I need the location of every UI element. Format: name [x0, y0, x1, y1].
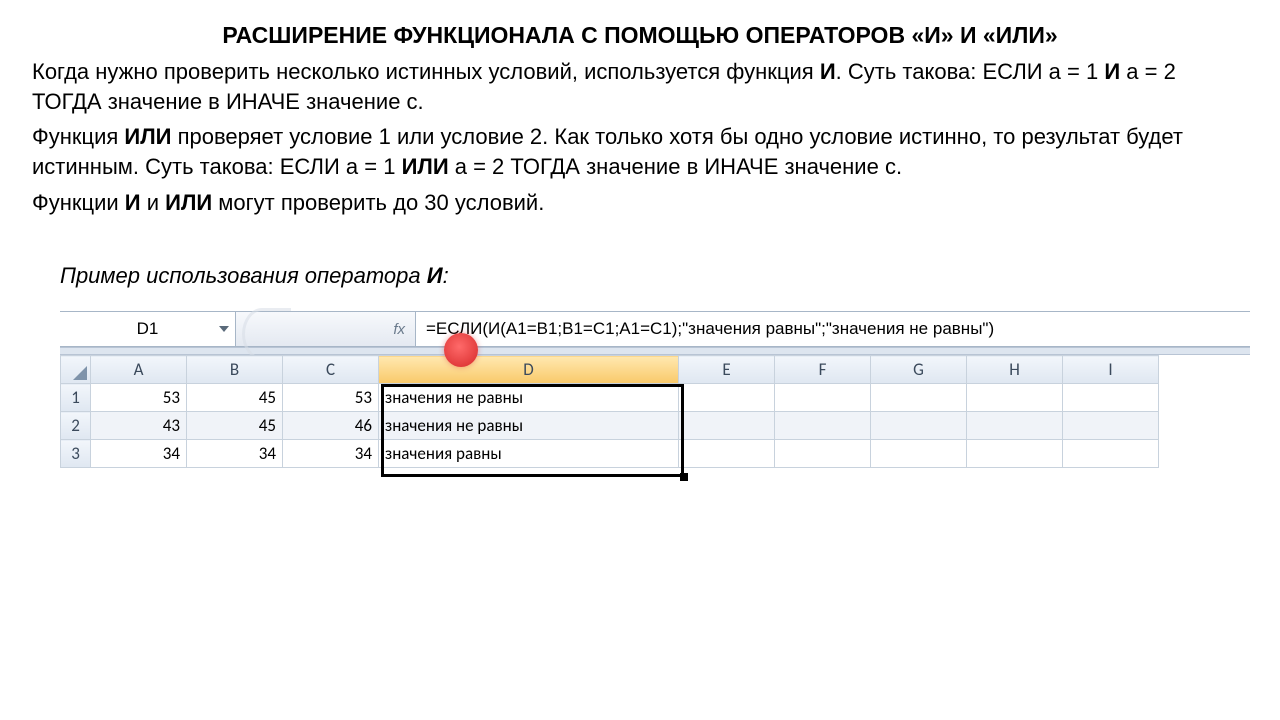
p3e: могут проверить до 30 условий.: [212, 190, 544, 215]
cell-F3[interactable]: [775, 440, 871, 468]
p2d: ИЛИ: [402, 154, 449, 179]
cell-B1[interactable]: 45: [187, 384, 283, 412]
cell-I3[interactable]: [1063, 440, 1159, 468]
paragraph-limit: Функции И и ИЛИ могут проверить до 30 ус…: [32, 188, 1248, 218]
p3a: Функции: [32, 190, 125, 215]
formula-input[interactable]: =ЕСЛИ(И(A1=B1;B1=C1;A1=C1);"значения рав…: [416, 312, 1250, 346]
cell-H3[interactable]: [967, 440, 1063, 468]
cell-E1[interactable]: [679, 384, 775, 412]
name-box[interactable]: D1: [60, 312, 236, 346]
excel-screenshot: D1 fx =ЕСЛИ(И(A1=B1;B1=C1;A1=C1);"значен…: [60, 311, 1250, 468]
col-header-E[interactable]: E: [679, 356, 775, 384]
col-header-B[interactable]: B: [187, 356, 283, 384]
cell-B2[interactable]: 45: [187, 412, 283, 440]
p1a: Когда нужно проверить несколько истинных…: [32, 59, 820, 84]
caption-b: И: [427, 263, 443, 288]
cell-F2[interactable]: [775, 412, 871, 440]
cell-C2[interactable]: 46: [283, 412, 379, 440]
cell-D3[interactable]: значения равны: [379, 440, 679, 468]
fx-area: fx: [236, 312, 416, 346]
slide-title: РАСШИРЕНИЕ ФУНКЦИОНАЛА С ПОМОЩЬЮ ОПЕРАТО…: [32, 22, 1248, 49]
cell-G2[interactable]: [871, 412, 967, 440]
cell-D2[interactable]: значения не равны: [379, 412, 679, 440]
cell-F1[interactable]: [775, 384, 871, 412]
col-header-H[interactable]: H: [967, 356, 1063, 384]
cell-A1[interactable]: 53: [91, 384, 187, 412]
cell-I2[interactable]: [1063, 412, 1159, 440]
cell-A3[interactable]: 34: [91, 440, 187, 468]
cell-H2[interactable]: [967, 412, 1063, 440]
p3c: и: [141, 190, 166, 215]
row-header-1[interactable]: 1: [61, 384, 91, 412]
caption-post: :: [443, 263, 449, 288]
grid-wrap: ABCDEFGHI1534553значения не равны2434546…: [60, 355, 1250, 468]
formula-bar: D1 fx =ЕСЛИ(И(A1=B1;B1=C1;A1=C1);"значен…: [60, 311, 1250, 347]
selection-handle-icon[interactable]: [680, 473, 688, 481]
cell-E3[interactable]: [679, 440, 775, 468]
cell-B3[interactable]: 34: [187, 440, 283, 468]
p2b: ИЛИ: [124, 124, 171, 149]
p2e: а = 2 ТОГДА значение в ИНАЧЕ значение с.: [449, 154, 902, 179]
select-all-corner[interactable]: [61, 356, 91, 384]
cell-E2[interactable]: [679, 412, 775, 440]
row-header-2[interactable]: 2: [61, 412, 91, 440]
spreadsheet-grid[interactable]: ABCDEFGHI1534553значения не равны2434546…: [60, 355, 1159, 468]
cell-G3[interactable]: [871, 440, 967, 468]
cell-C1[interactable]: 53: [283, 384, 379, 412]
ribbon-divider: [60, 347, 1250, 355]
cell-A2[interactable]: 43: [91, 412, 187, 440]
p3b: И: [125, 190, 141, 215]
p1c: . Суть такова: ЕСЛИ а = 1: [836, 59, 1105, 84]
p2a: Функция: [32, 124, 124, 149]
paren-decoration: [242, 308, 291, 360]
col-header-D[interactable]: D: [379, 356, 679, 384]
col-header-C[interactable]: C: [283, 356, 379, 384]
fx-icon[interactable]: fx: [393, 321, 405, 338]
cell-I1[interactable]: [1063, 384, 1159, 412]
caption-pre: Пример использования оператора: [60, 263, 427, 288]
paragraph-or: Функция ИЛИ проверяет условие 1 или усло…: [32, 122, 1248, 181]
col-header-I[interactable]: I: [1063, 356, 1159, 384]
col-header-F[interactable]: F: [775, 356, 871, 384]
cell-G1[interactable]: [871, 384, 967, 412]
cell-D1[interactable]: значения не равны: [379, 384, 679, 412]
row-header-3[interactable]: 3: [61, 440, 91, 468]
p1b: И: [820, 59, 836, 84]
p3d: ИЛИ: [165, 190, 212, 215]
dropdown-icon[interactable]: [219, 326, 229, 332]
paragraph-and: Когда нужно проверить несколько истинных…: [32, 57, 1248, 116]
col-header-A[interactable]: A: [91, 356, 187, 384]
cell-C3[interactable]: 34: [283, 440, 379, 468]
cell-H1[interactable]: [967, 384, 1063, 412]
col-header-G[interactable]: G: [871, 356, 967, 384]
name-box-value: D1: [137, 319, 159, 339]
example-caption: Пример использования оператора И:: [60, 263, 1248, 289]
p1d: И: [1104, 59, 1120, 84]
